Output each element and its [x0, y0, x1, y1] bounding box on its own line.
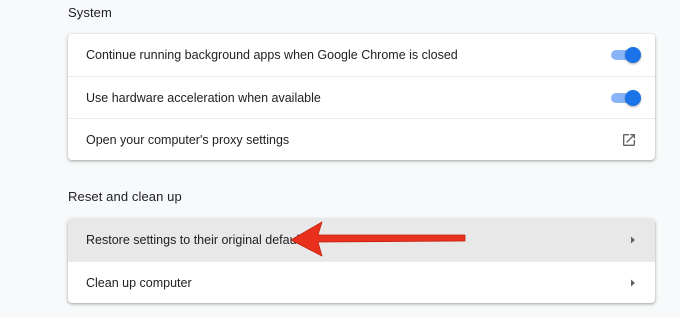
arrow-right-icon [629, 235, 637, 245]
background-apps-toggle[interactable] [611, 47, 641, 63]
reset-card: Restore settings to their original defau… [68, 219, 655, 303]
background-apps-label: Continue running background apps when Go… [86, 48, 458, 62]
clean-up-computer-row[interactable]: Clean up computer [68, 261, 655, 303]
background-apps-row[interactable]: Continue running background apps when Go… [68, 34, 655, 76]
restore-defaults-label: Restore settings to their original defau… [86, 233, 310, 247]
hardware-acceleration-row[interactable]: Use hardware acceleration when available [68, 76, 655, 118]
hardware-acceleration-label: Use hardware acceleration when available [86, 90, 321, 105]
arrow-right-icon [629, 278, 637, 288]
system-card: Continue running background apps when Go… [68, 34, 655, 160]
toggle-knob [625, 47, 641, 63]
proxy-settings-label: Open your computer's proxy settings [86, 132, 290, 147]
open-in-new-icon[interactable] [621, 132, 637, 148]
hardware-acceleration-toggle[interactable] [611, 89, 641, 106]
toggle-knob [625, 89, 641, 106]
reset-section-title: Reset and clean up [68, 189, 182, 204]
proxy-settings-row[interactable]: Open your computer's proxy settings [68, 118, 655, 160]
restore-defaults-row[interactable]: Restore settings to their original defau… [68, 219, 655, 261]
clean-up-computer-label: Clean up computer [86, 275, 192, 290]
settings-page: System Continue running background apps … [0, 0, 680, 318]
system-section-title: System [68, 5, 112, 20]
